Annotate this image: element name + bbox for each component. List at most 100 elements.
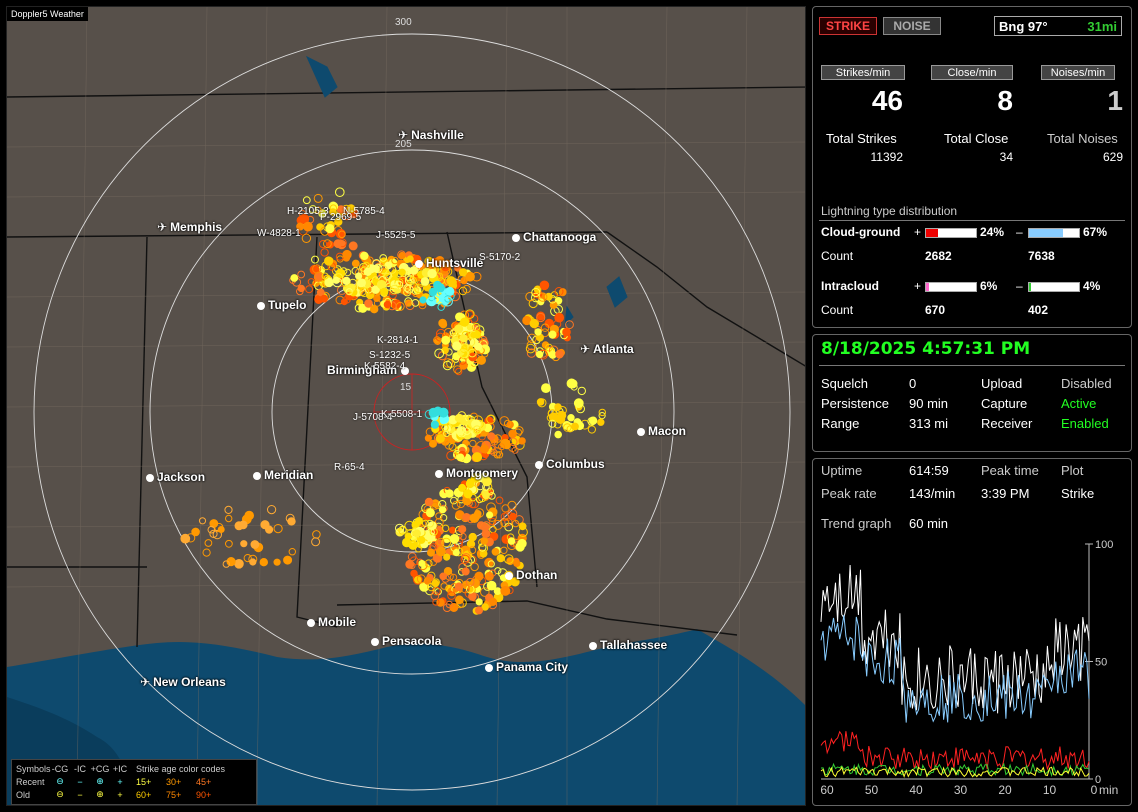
storm-track-label[interactable]: K-5582-4 — [364, 361, 405, 372]
ic-positive-bar — [925, 282, 977, 292]
strike-marker — [360, 251, 369, 261]
strike-marker — [435, 434, 445, 444]
strike-marker — [471, 419, 481, 430]
x-tick-label: 0 — [1091, 783, 1098, 797]
city-huntsville[interactable]: Huntsville — [415, 256, 483, 270]
noise-mode-button[interactable]: NOISE — [883, 17, 941, 35]
strike-marker — [312, 530, 321, 539]
strike-marker — [420, 277, 430, 286]
storm-track-label[interactable]: S-5170-2 — [479, 252, 520, 263]
strike-marker — [301, 233, 312, 244]
strike-marker — [507, 537, 516, 545]
storm-track-label[interactable]: J-5525-5 — [376, 230, 415, 241]
strike-marker — [480, 537, 489, 545]
strike-marker — [565, 320, 574, 330]
strike-marker — [517, 538, 527, 549]
cg-negative-count: 7638 — [1028, 249, 1055, 263]
city-meridian[interactable]: Meridian — [253, 468, 313, 482]
city-dothan[interactable]: Dothan — [505, 568, 557, 582]
plus-sign: + — [914, 279, 922, 293]
bearing-display: Bng 97° 31mi — [994, 16, 1122, 36]
strike-marker — [470, 578, 480, 589]
city-tallahassee[interactable]: Tallahassee — [589, 638, 667, 652]
strike-layer — [180, 187, 606, 615]
storm-track-label[interactable]: W-4828-1 — [257, 228, 301, 239]
strike-marker — [198, 517, 207, 525]
strike-marker — [376, 279, 387, 290]
strike-marker — [342, 276, 351, 285]
divider — [819, 220, 1125, 221]
storm-track-label[interactable]: K-5508-1 — [381, 409, 422, 420]
strike-marker — [555, 349, 564, 359]
receiver-value[interactable]: Enabled — [1061, 416, 1109, 431]
persistence-value[interactable]: 90 min — [909, 396, 948, 411]
lightning-map[interactable]: Doppler5 Weather 300 205 15 ✈ Nashville ✈… — [6, 6, 806, 806]
city-nashville[interactable]: ✈ Nashville — [398, 128, 464, 142]
pos-cg-old-icon: ⊕ — [96, 789, 104, 799]
strike-status-panel: STRIKE NOISE Bng 97° 31mi Strikes/min Cl… — [812, 6, 1132, 328]
upload-value[interactable]: Disabled — [1061, 376, 1112, 391]
strike-marker — [290, 274, 299, 282]
storm-track-label[interactable]: R-65-4 — [334, 462, 365, 473]
strike-mode-button[interactable]: STRIKE — [819, 17, 877, 35]
distance-value: 31mi — [1087, 18, 1117, 34]
strike-marker — [316, 223, 324, 231]
persistence-label: Persistence — [821, 396, 889, 411]
city-chattanooga[interactable]: Chattanooga — [512, 230, 596, 244]
city-jackson[interactable]: Jackson — [146, 470, 205, 484]
strike-marker — [429, 439, 437, 448]
city-montgomery[interactable]: Montgomery — [435, 466, 518, 480]
city-memphis[interactable]: ✈ Memphis — [157, 220, 222, 234]
strike-marker — [468, 592, 477, 601]
strike-marker — [501, 504, 510, 513]
strike-marker — [265, 525, 274, 534]
capture-value[interactable]: Active — [1061, 396, 1096, 411]
storm-track-label[interactable]: P-2969-5 — [320, 212, 361, 223]
strike-marker — [234, 559, 244, 569]
city-panama-city[interactable]: Panama City — [485, 660, 568, 674]
city-columbus[interactable]: Columbus — [535, 457, 605, 471]
city-pensacola[interactable]: Pensacola — [371, 634, 441, 648]
strike-marker — [515, 426, 524, 435]
plot-value[interactable]: Strike — [1061, 486, 1094, 501]
strike-marker — [333, 239, 343, 249]
x-tick-label: 60 — [820, 783, 834, 797]
strike-marker — [488, 597, 498, 607]
upload-label: Upload — [981, 376, 1023, 391]
city-new-orleans[interactable]: ✈ New Orleans — [140, 675, 226, 689]
strike-marker — [443, 553, 451, 561]
uptime-label: Uptime — [821, 463, 863, 478]
city-atlanta[interactable]: ✈ Atlanta — [580, 342, 634, 356]
strike-marker — [460, 317, 470, 327]
x-tick-label: 30 — [954, 783, 968, 797]
intracloud-label: Intracloud — [821, 279, 880, 293]
strike-marker — [335, 187, 345, 197]
strike-marker — [469, 439, 477, 448]
strike-marker — [180, 533, 191, 544]
x-tick-label: 20 — [998, 783, 1012, 797]
strike-marker — [527, 333, 537, 344]
cg-positive-count: 2682 — [925, 249, 952, 263]
strike-marker — [244, 510, 254, 521]
trend-panel: Uptime 614:59 Peak time Plot Peak rate 1… — [812, 458, 1132, 806]
settings-panel: 8/18/2025 4:57:31 PM Squelch 0 Upload Di… — [812, 334, 1132, 452]
strike-marker — [267, 505, 277, 515]
trend-graph-value[interactable]: 60 min — [909, 516, 948, 531]
city-mobile[interactable]: Mobile — [307, 615, 356, 629]
strike-marker — [355, 272, 363, 280]
strike-marker — [441, 335, 451, 345]
ic-positive-fill — [926, 283, 929, 291]
strike-marker — [445, 286, 455, 296]
storm-track-label[interactable]: S-1232-5 — [369, 350, 410, 361]
range-value[interactable]: 313 mi — [909, 416, 948, 431]
city-tupelo[interactable]: Tupelo — [257, 298, 306, 312]
x-tick-label: 10 — [1043, 783, 1057, 797]
city-macon[interactable]: Macon — [637, 424, 686, 438]
strike-marker — [424, 497, 434, 507]
strike-marker — [351, 259, 360, 268]
divider — [819, 365, 1125, 366]
city-dot-icon — [371, 638, 379, 646]
squelch-value[interactable]: 0 — [909, 376, 916, 391]
peak-time-value: 3:39 PM — [981, 486, 1030, 501]
storm-track-label[interactable]: K-2814-1 — [377, 335, 418, 346]
